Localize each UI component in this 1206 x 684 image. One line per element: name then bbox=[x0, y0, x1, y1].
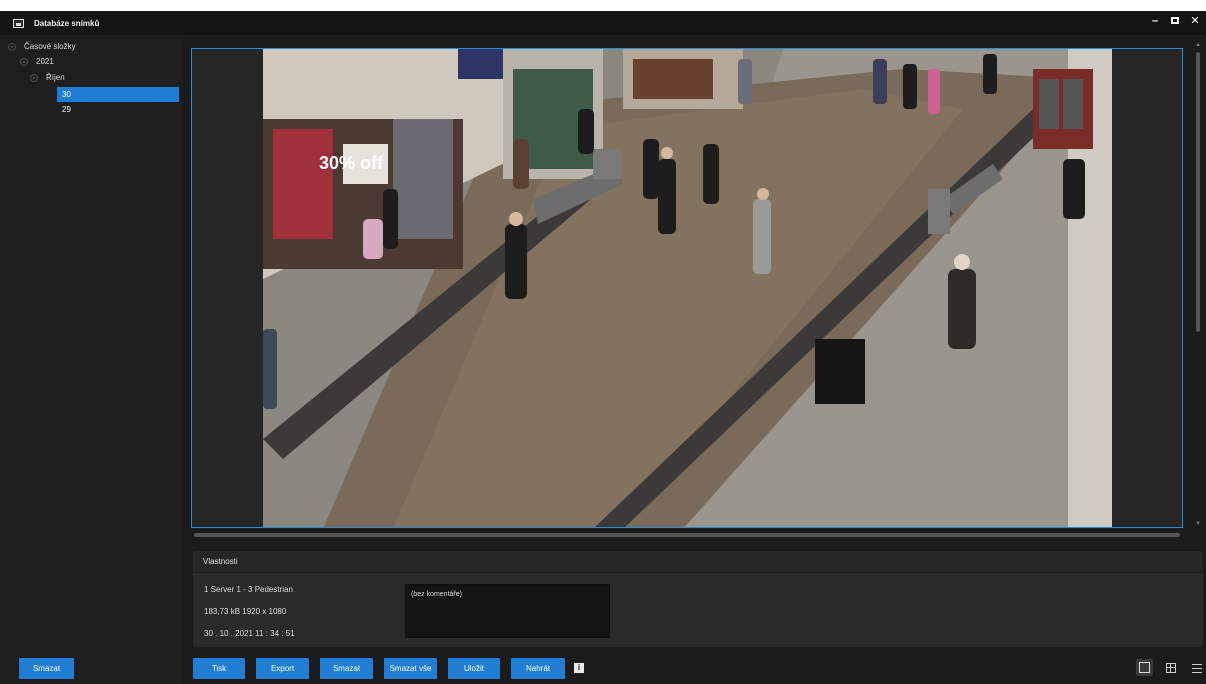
tree-node-day-30[interactable]: 30 bbox=[57, 87, 179, 102]
tree-node-root[interactable]: Časové složky bbox=[8, 39, 76, 54]
horizontal-scroll-thumb[interactable] bbox=[194, 533, 1180, 537]
expand-icon[interactable] bbox=[20, 57, 28, 66]
single-view-icon bbox=[1139, 662, 1150, 673]
camera-name: 1 Server 1 - 3 Pedestrian bbox=[204, 585, 293, 594]
export-button[interactable]: Export bbox=[256, 658, 309, 679]
delete-all-button[interactable]: Smazat vše bbox=[384, 658, 437, 679]
single-view-button[interactable] bbox=[1136, 659, 1153, 676]
image-viewer[interactable]: 30% off bbox=[191, 48, 1183, 528]
title-bar: Databáze snímků – ✕ bbox=[0, 11, 1206, 35]
properties-panel: Vlastnosti 1 Server 1 - 3 Pedestrian 183… bbox=[193, 551, 1203, 647]
top-strip bbox=[0, 0, 1206, 11]
comment-field[interactable]: (bez komentáře) bbox=[405, 584, 610, 638]
close-button[interactable]: ✕ bbox=[1190, 15, 1200, 27]
camera-snapshot-image: 30% off bbox=[263, 49, 1112, 527]
image-gallery-icon bbox=[13, 18, 24, 28]
expand-icon[interactable] bbox=[8, 42, 16, 51]
properties-header: Vlastnosti bbox=[193, 551, 1203, 573]
horizontal-scrollbar[interactable] bbox=[185, 531, 1191, 539]
tree-label-month: Říjen bbox=[46, 73, 65, 82]
window-title: Databáze snímků bbox=[34, 18, 100, 28]
tree-node-year[interactable]: 2021 bbox=[20, 54, 54, 69]
storefront-sign: 30% off bbox=[319, 153, 384, 173]
tree-label-root: Časové složky bbox=[24, 42, 76, 51]
capture-timestamp: 30 . 10 . 2021 11 : 34 : 51 bbox=[204, 629, 295, 638]
vertical-scroll-thumb[interactable] bbox=[1196, 52, 1200, 332]
delete-folder-button[interactable]: Smazat bbox=[19, 658, 74, 679]
save-button[interactable]: Uložit bbox=[448, 658, 500, 679]
tree-node-month[interactable]: Říjen bbox=[30, 70, 65, 85]
upload-button[interactable]: Nahrát bbox=[511, 658, 565, 679]
print-button[interactable]: Tisk bbox=[193, 658, 245, 679]
delete-button[interactable]: Smazat bbox=[320, 658, 373, 679]
folder-tree-panel: Časové složky 2021 Říjen 30 29 bbox=[0, 35, 183, 684]
info-icon[interactable]: i bbox=[574, 663, 584, 673]
window-controls: – ✕ bbox=[1150, 15, 1200, 27]
scroll-up-icon[interactable]: ▲ bbox=[1195, 42, 1201, 48]
maximize-button[interactable] bbox=[1171, 17, 1179, 24]
grid-view-icon[interactable] bbox=[1166, 663, 1176, 673]
file-size-resolution: 183,73 kB 1920 x 1080 bbox=[204, 607, 287, 616]
vertical-scrollbar[interactable]: ▲ ▼ bbox=[1193, 42, 1203, 527]
expand-icon[interactable] bbox=[30, 73, 38, 82]
list-view-icon[interactable] bbox=[1192, 664, 1202, 673]
minimize-button[interactable]: – bbox=[1150, 15, 1160, 27]
tree-label-year: 2021 bbox=[36, 57, 54, 66]
scroll-down-icon[interactable]: ▼ bbox=[1195, 521, 1201, 527]
tree-node-day-29[interactable]: 29 bbox=[57, 102, 179, 117]
